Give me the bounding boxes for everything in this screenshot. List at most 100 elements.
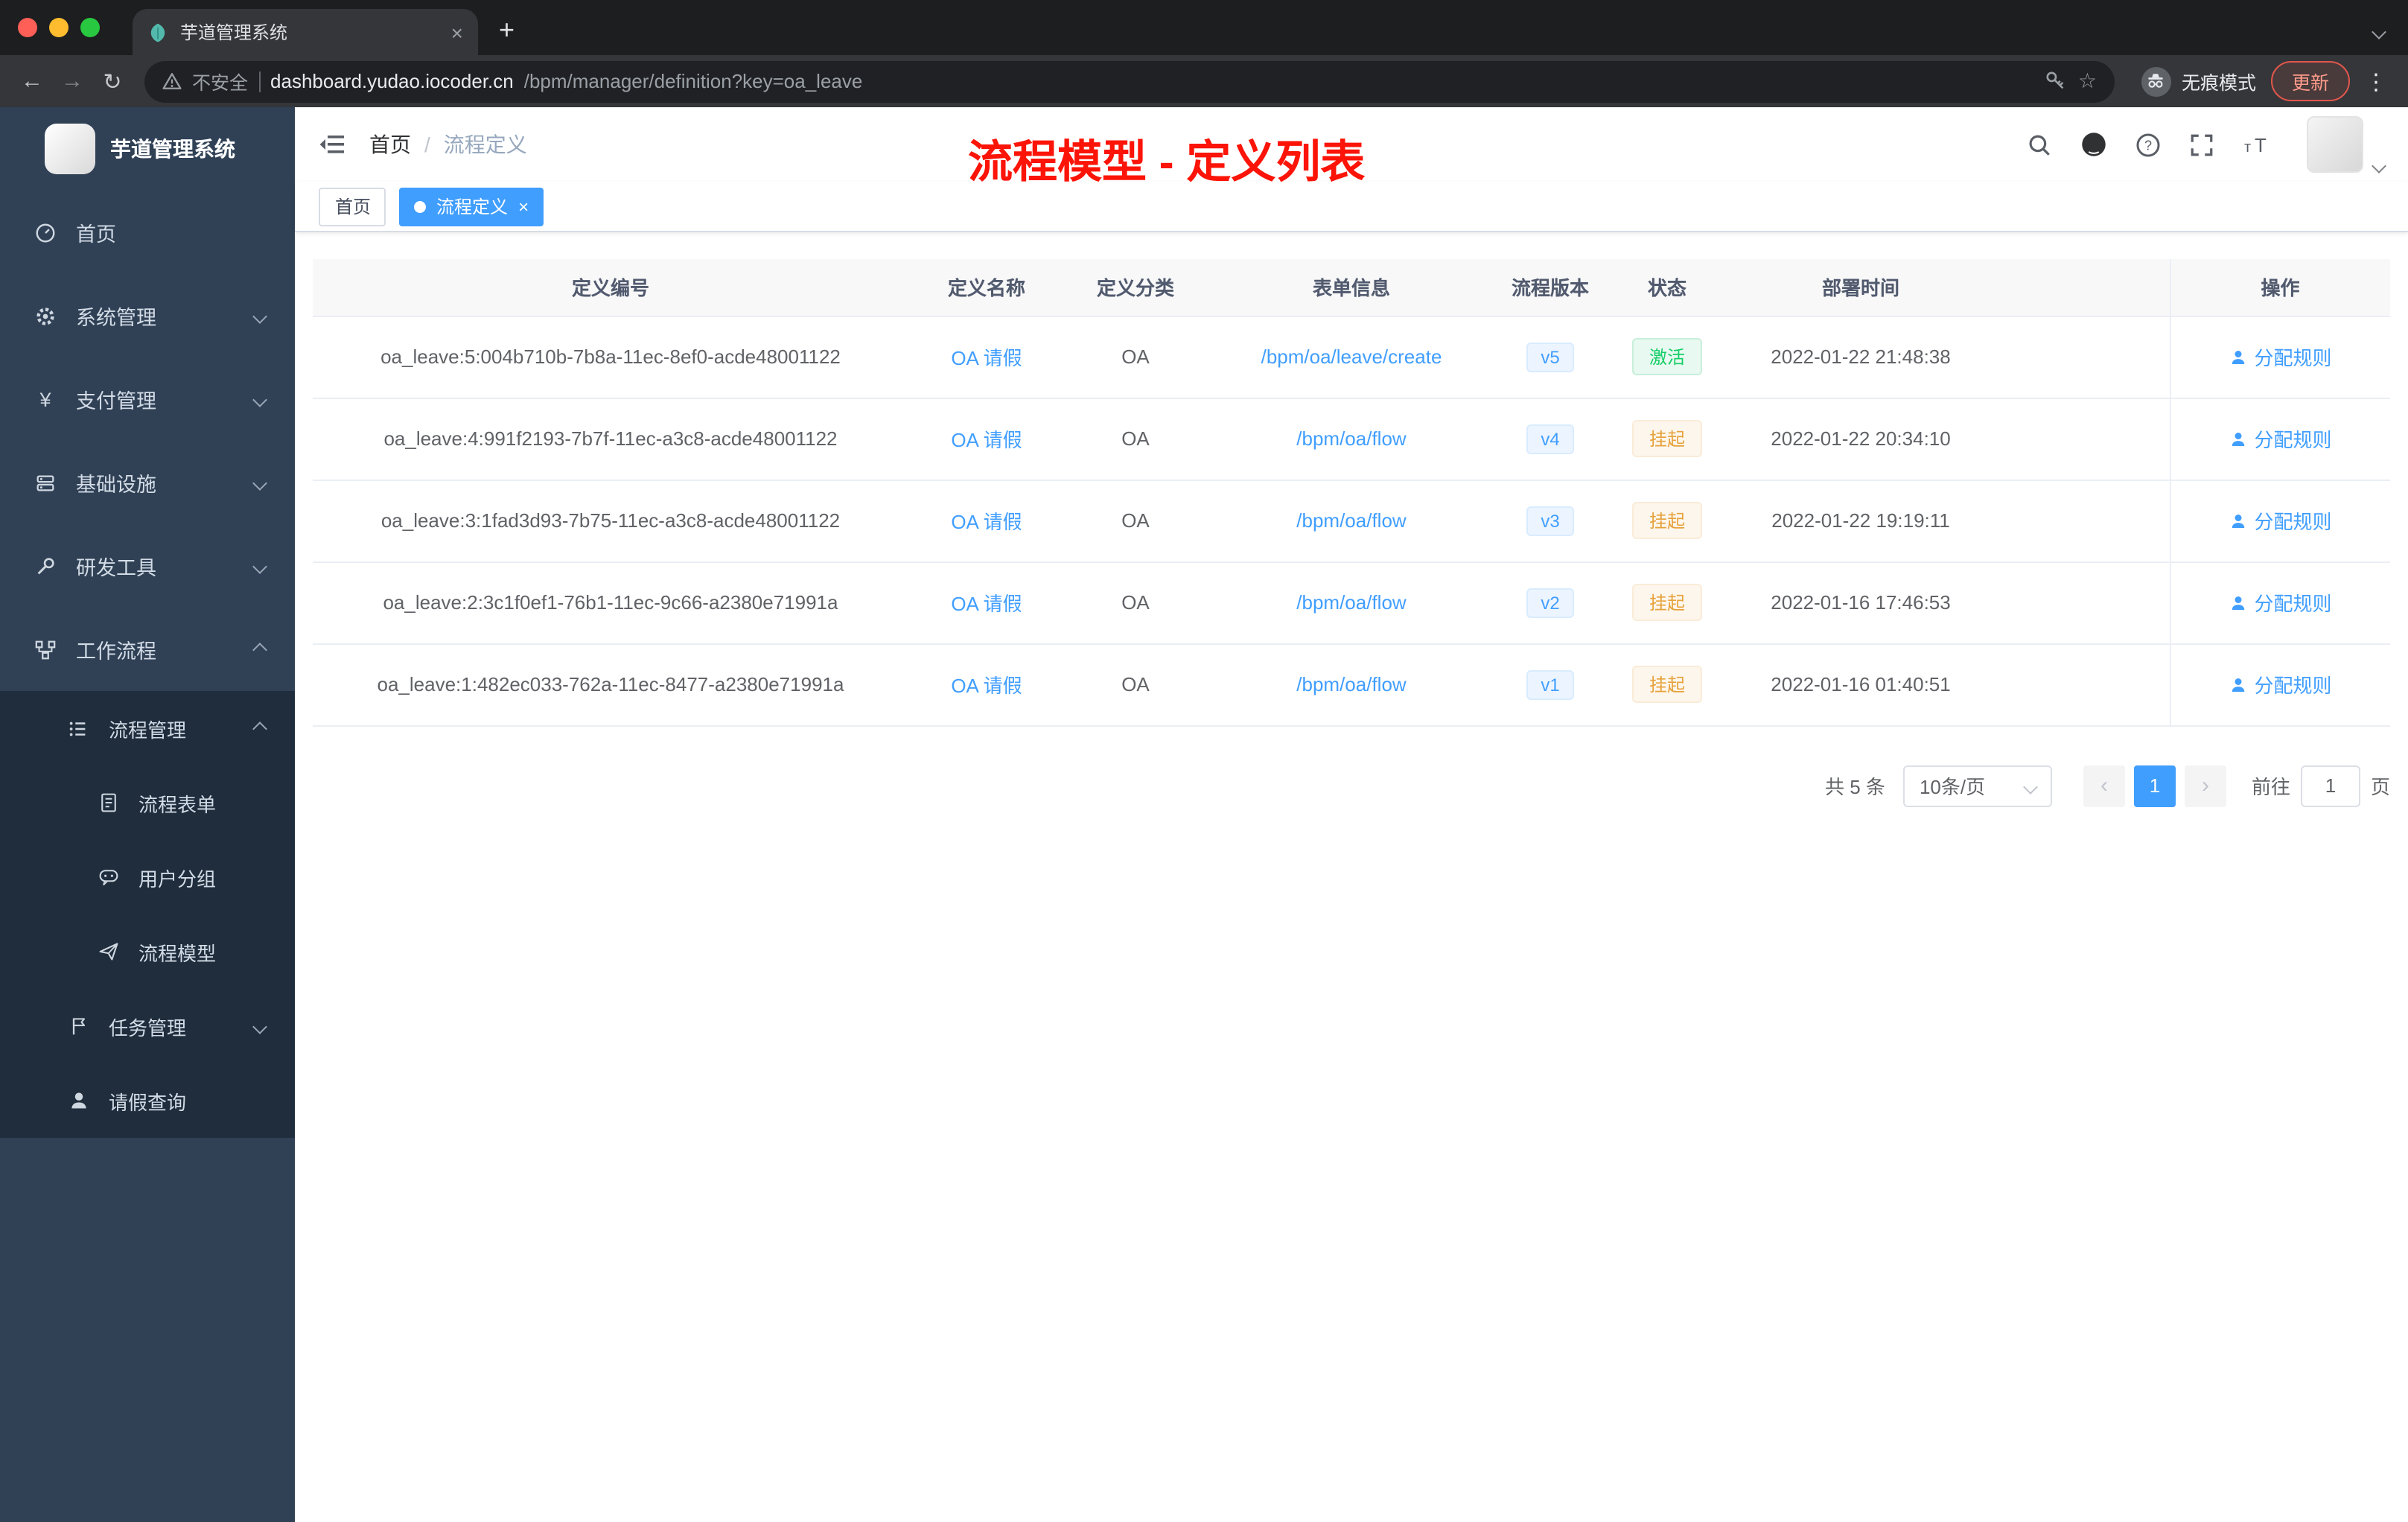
cell-definition-id: oa_leave:2:3c1f0ef1-76b1-11ec-9c66-a2380… xyxy=(313,561,908,644)
form-link[interactable]: /bpm/oa/flow xyxy=(1296,509,1406,532)
column-header-status: 状态 xyxy=(1604,259,1730,316)
sidebar-item-infrastructure[interactable]: 基础设施 xyxy=(0,441,295,524)
fullscreen-icon[interactable] xyxy=(2189,132,2214,157)
form-link[interactable]: /bpm/oa/flow xyxy=(1296,673,1406,695)
assign-rule-button[interactable]: 分配规则 xyxy=(2229,670,2332,698)
tag-process-definition[interactable]: 流程定义 × xyxy=(399,187,544,226)
definition-name-link[interactable]: OA 请假 xyxy=(951,511,1022,533)
user-group-icon xyxy=(95,867,121,888)
status-badge: 挂起 xyxy=(1632,666,1701,703)
cell-definition-id: oa_leave:1:482ec033-762a-11ec-8477-a2380… xyxy=(313,643,908,726)
user-avatar-menu[interactable] xyxy=(2307,116,2386,173)
help-icon[interactable]: ? xyxy=(2135,132,2161,157)
sidebar-item-process-management[interactable]: 流程管理 xyxy=(0,691,295,765)
version-badge: v5 xyxy=(1526,342,1575,372)
sidebar-item-devtools[interactable]: 研发工具 xyxy=(0,524,295,608)
sidebar-item-home[interactable]: 首页 xyxy=(0,191,295,274)
next-page-button[interactable]: › xyxy=(2184,765,2226,806)
incognito-icon xyxy=(2141,66,2171,96)
browser-menu-kebab-icon[interactable]: ⋮ xyxy=(2365,68,2387,95)
tag-close-icon[interactable]: × xyxy=(518,196,529,217)
sidebar-item-leave-query[interactable]: 请假查询 xyxy=(0,1063,295,1138)
active-tag-dot xyxy=(414,200,427,212)
svg-text:T: T xyxy=(2255,134,2267,156)
window-minimize-button[interactable] xyxy=(49,18,69,37)
table-row: oa_leave:1:482ec033-762a-11ec-8477-a2380… xyxy=(313,643,2390,726)
tab-close-icon[interactable]: × xyxy=(451,22,463,42)
tab-search-chevron-icon[interactable] xyxy=(2372,18,2386,45)
bookmark-star-icon[interactable]: ☆ xyxy=(2078,69,2097,94)
window-close-button[interactable] xyxy=(18,18,37,37)
chrome-update-button[interactable]: 更新 xyxy=(2270,61,2350,101)
prev-page-button[interactable]: ‹ xyxy=(2083,765,2125,806)
chevron-down-icon xyxy=(2023,779,2038,794)
search-icon[interactable] xyxy=(2027,132,2052,157)
definition-name-link[interactable]: OA 请假 xyxy=(951,675,1022,697)
form-link[interactable]: /bpm/oa/leave/create xyxy=(1261,346,1442,368)
sidebar-item-user-group[interactable]: 用户分组 xyxy=(0,840,295,914)
user-icon xyxy=(2232,678,2244,691)
version-badge: v4 xyxy=(1526,424,1575,453)
sidebar-item-task-management[interactable]: 任务管理 xyxy=(0,989,295,1063)
definition-name-link[interactable]: OA 请假 xyxy=(951,429,1022,451)
logo-title: 芋道管理系统 xyxy=(110,137,235,161)
cell-definition-id: oa_leave:5:004b710b-7b8a-11ec-8ef0-acde4… xyxy=(313,316,908,398)
breadcrumb-separator: / xyxy=(424,133,430,156)
assign-rule-button[interactable]: 分配规则 xyxy=(2229,343,2332,371)
status-badge: 挂起 xyxy=(1632,584,1701,621)
assign-rule-button[interactable]: 分配规则 xyxy=(2229,588,2332,617)
sidebar-item-system[interactable]: 系统管理 xyxy=(0,274,295,357)
breadcrumb-home[interactable]: 首页 xyxy=(369,130,411,159)
sidebar-item-payment[interactable]: ¥ 支付管理 xyxy=(0,357,295,441)
avatar[interactable] xyxy=(2307,116,2363,173)
browser-chrome: 芋道管理系统 × + ← → ↻ 不安全 dashboard.yudao.ioc… xyxy=(0,0,2408,107)
assign-rule-button[interactable]: 分配规则 xyxy=(2229,424,2332,453)
cell-deploy-time: 2022-01-22 19:19:11 xyxy=(1730,480,1991,562)
new-tab-button[interactable]: + xyxy=(499,15,515,46)
sidebar-item-workflow[interactable]: 工作流程 xyxy=(0,608,295,691)
column-header-form: 表单信息 xyxy=(1206,259,1497,316)
security-label[interactable]: 不安全 xyxy=(192,67,248,95)
cell-category: OA xyxy=(1065,316,1206,398)
sidebar-item-label: 首页 xyxy=(76,223,116,246)
reload-button[interactable]: ↻ xyxy=(92,68,133,95)
browser-tab[interactable]: 芋道管理系统 × xyxy=(133,9,478,55)
cell-category: OA xyxy=(1065,398,1206,480)
browser-toolbar: ← → ↻ 不安全 dashboard.yudao.iocoder.cn /bp… xyxy=(0,55,2408,107)
form-link[interactable]: /bpm/oa/flow xyxy=(1296,427,1406,450)
sidebar-toggle-hamburger-icon[interactable] xyxy=(319,133,345,156)
font-size-icon[interactable]: тT xyxy=(2243,133,2272,156)
logo-avatar xyxy=(45,124,95,174)
assign-rule-button[interactable]: 分配规则 xyxy=(2229,506,2332,535)
back-button[interactable]: ← xyxy=(12,69,52,94)
window-zoom-button[interactable] xyxy=(80,18,100,37)
tag-home[interactable]: 首页 xyxy=(319,187,386,226)
dashboard-icon xyxy=(33,221,58,243)
column-header-action: 操作 xyxy=(2169,259,2390,316)
incognito-label: 无痕模式 xyxy=(2181,73,2256,94)
password-key-icon[interactable] xyxy=(2045,70,2068,92)
definition-name-link[interactable]: OA 请假 xyxy=(951,593,1022,615)
url-bar[interactable]: 不安全 dashboard.yudao.iocoder.cn /bpm/mana… xyxy=(144,60,2115,102)
workflow-submenu: 流程管理 流程表单 用户分组 流程模型 任务管理 请假查询 xyxy=(0,691,295,1138)
not-secure-warning-icon xyxy=(162,73,182,89)
cell-definition-id: oa_leave:3:1fad3d93-7b75-11ec-a3c8-acde4… xyxy=(313,480,908,562)
goto-page-input[interactable] xyxy=(2300,765,2360,806)
table-row: oa_leave:4:991f2193-7b7f-11ec-a3c8-acde4… xyxy=(313,398,2390,480)
gear-icon xyxy=(33,305,58,327)
page-size-select[interactable]: 10条/页 xyxy=(1902,765,2052,806)
sidebar-item-process-form[interactable]: 流程表单 xyxy=(0,765,295,840)
current-page-button[interactable]: 1 xyxy=(2133,765,2176,806)
sidebar-item-label: 工作流程 xyxy=(76,640,156,663)
github-icon[interactable] xyxy=(2080,131,2107,158)
cell-category: OA xyxy=(1065,643,1206,726)
url-host: dashboard.yudao.iocoder.cn xyxy=(270,70,514,92)
definition-name-link[interactable]: OA 请假 xyxy=(951,347,1022,369)
tag-label: 首页 xyxy=(335,197,372,217)
forward-button[interactable]: → xyxy=(52,69,92,94)
table-row: oa_leave:2:3c1f0ef1-76b1-11ec-9c66-a2380… xyxy=(313,561,2390,644)
sidebar-logo[interactable]: 芋道管理系统 xyxy=(0,107,295,191)
sidebar-item-process-model[interactable]: 流程模型 xyxy=(0,914,295,989)
workflow-icon xyxy=(33,638,58,660)
form-link[interactable]: /bpm/oa/flow xyxy=(1296,591,1406,614)
